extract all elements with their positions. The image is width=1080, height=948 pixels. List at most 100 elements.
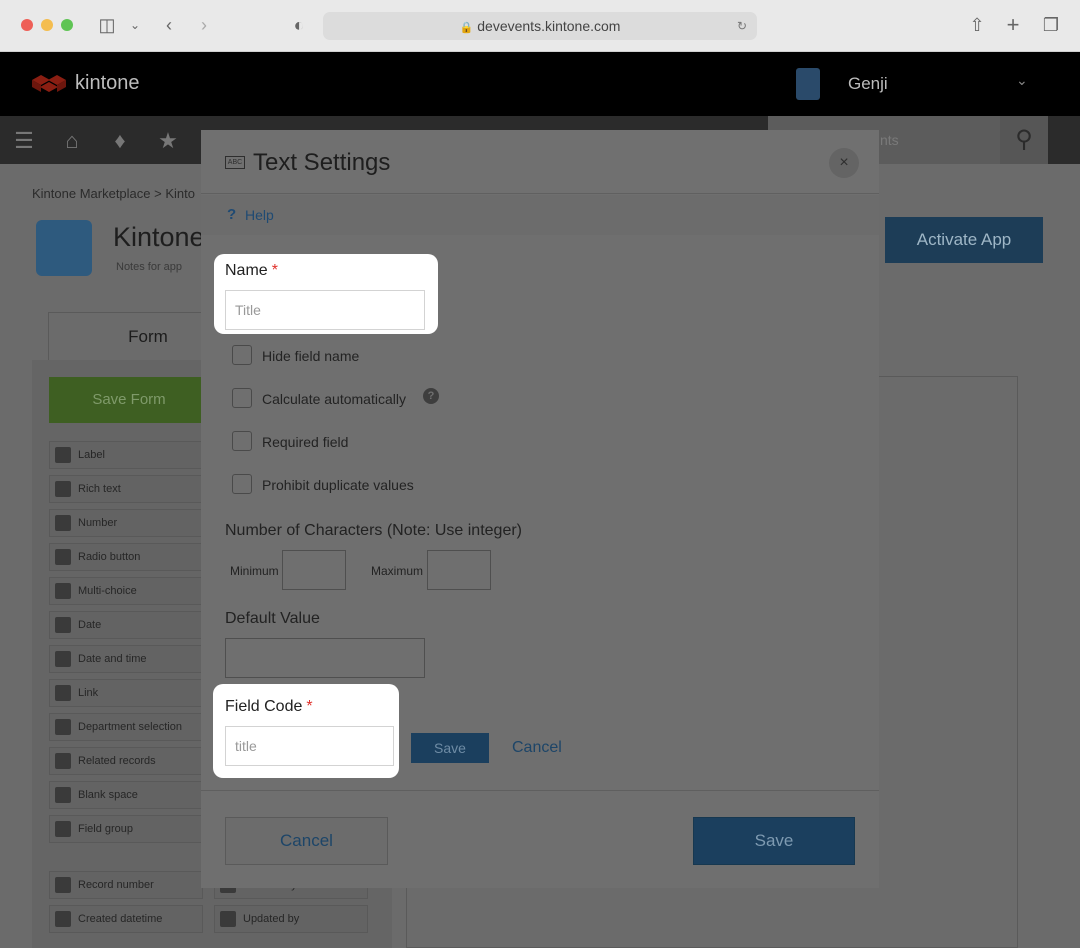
browser-toolbar: ◫ ⌄ ‹ › ◐ 🔒 devevents.kintone.com ↻ ⇧ + ❐ <box>0 0 1080 52</box>
field-code-input[interactable]: title <box>225 726 394 766</box>
field-item-date[interactable]: Date <box>49 611 203 639</box>
calendar-icon <box>55 911 71 927</box>
page-title: Kintone <box>113 222 205 252</box>
field-item-rich-text[interactable]: Rich text <box>49 475 203 503</box>
name-input[interactable]: Title <box>225 290 425 330</box>
field-item-blank-space[interactable]: Blank space <box>49 781 203 809</box>
help-link[interactable]: Help <box>245 207 274 223</box>
bell-icon[interactable]: ♦ <box>107 128 133 154</box>
calendar-clock-icon <box>55 651 71 667</box>
field-code-label-text: Field Code <box>225 698 303 715</box>
field-item-text: Field group <box>78 823 134 835</box>
save-button[interactable]: Save <box>693 817 855 865</box>
home-icon[interactable]: ⌂ <box>59 128 85 154</box>
field-item-text: Rich text <box>78 483 121 495</box>
checkbox-label: Hide field name <box>262 348 360 364</box>
field-code-label: Field Code * <box>225 698 313 716</box>
default-value-input[interactable] <box>225 638 425 678</box>
save-form-button[interactable]: Save Form <box>49 377 209 423</box>
default-value-label: Default Value <box>225 610 320 627</box>
org-chart-icon <box>55 719 71 735</box>
zoom-window-button[interactable] <box>61 19 73 31</box>
required-field-checkbox[interactable] <box>232 431 252 451</box>
question-icon[interactable]: ? <box>423 388 439 404</box>
field-item-text: Label <box>78 449 105 461</box>
close-window-button[interactable] <box>21 19 33 31</box>
field-item-text: Created datetime <box>78 913 163 925</box>
group-icon <box>55 821 71 837</box>
field-item-text: Date <box>78 619 102 631</box>
help-icon[interactable]: ? <box>227 206 236 223</box>
user-name[interactable]: Genji <box>848 74 888 94</box>
field-item-department[interactable]: Department selection <box>49 713 203 741</box>
prohibit-duplicates-checkbox[interactable] <box>232 474 252 494</box>
globe-icon <box>55 685 71 701</box>
close-icon[interactable]: × <box>829 148 859 178</box>
field-item-number[interactable]: Number <box>49 509 203 537</box>
app-notes-link[interactable]: Notes for app <box>116 261 182 273</box>
shield-icon[interactable]: ◐ <box>288 14 310 36</box>
field-item-related-records[interactable]: Related records <box>49 747 203 775</box>
address-bar[interactable]: 🔒 devevents.kintone.com ↻ <box>323 12 757 40</box>
help-bar: ? Help <box>201 195 879 235</box>
eye-icon <box>55 753 71 769</box>
field-item-date-time[interactable]: Date and time <box>49 645 203 673</box>
field-item-multi-choice[interactable]: Multi-choice <box>49 577 203 605</box>
brand-name: kintone <box>75 72 140 94</box>
lock-icon: 🔒 <box>459 22 474 34</box>
field-item-text: Date and time <box>78 653 147 665</box>
app-icon <box>36 220 92 276</box>
text-field-icon: ABC <box>225 156 245 169</box>
field-item-text: Link <box>78 687 99 699</box>
calculate-automatically-checkbox[interactable] <box>232 388 252 408</box>
reload-icon[interactable]: ↻ <box>737 12 747 40</box>
field-item-record-number[interactable]: Record number <box>49 871 203 899</box>
name-label-text: Name <box>225 262 268 279</box>
sidebar-toggle-icon[interactable]: ◫ <box>96 14 118 36</box>
cancel-button[interactable]: Cancel <box>225 817 388 865</box>
hide-field-name-checkbox[interactable] <box>232 345 252 365</box>
field-item-text: Blank space <box>78 789 138 801</box>
search-icon[interactable]: ⚲ <box>1000 116 1048 164</box>
menu-icon[interactable]: ☰ <box>11 128 37 154</box>
field-code-save-button[interactable]: Save <box>411 733 489 763</box>
new-tab-icon[interactable]: + <box>1002 14 1024 36</box>
share-icon[interactable]: ⇧ <box>966 14 988 36</box>
radio-icon <box>55 549 71 565</box>
field-item-text: Updated by <box>243 913 300 925</box>
tabs-overview-icon[interactable]: ❐ <box>1040 14 1062 36</box>
field-code-group: Field Code * title <box>213 684 399 778</box>
required-mark: * <box>306 698 313 715</box>
minimize-window-button[interactable] <box>41 19 53 31</box>
avatar[interactable] <box>796 68 820 100</box>
field-item-text: Radio button <box>78 551 141 563</box>
rich-text-icon <box>55 481 71 497</box>
app-header: kintone Genji ⌄ <box>0 52 1080 116</box>
chevron-down-icon[interactable]: ⌄ <box>1016 72 1028 89</box>
field-code-cancel-link[interactable]: Cancel <box>512 739 562 757</box>
user-icon <box>220 911 236 927</box>
back-icon[interactable]: ‹ <box>158 14 180 36</box>
name-label: Name * <box>225 262 278 280</box>
num-chars-label: Number of Characters (Note: Use integer) <box>225 522 522 539</box>
list-icon <box>55 583 71 599</box>
breadcrumb[interactable]: Kintone Marketplace > Kinto <box>32 186 195 201</box>
chevron-down-icon[interactable]: ⌄ <box>124 14 146 36</box>
field-item-link[interactable]: Link <box>49 679 203 707</box>
star-icon[interactable]: ★ <box>155 128 181 154</box>
required-mark: * <box>271 262 278 279</box>
field-item-text: Record number <box>78 879 154 891</box>
activate-app-button[interactable]: Activate App <box>885 217 1043 263</box>
field-item-radio[interactable]: Radio button <box>49 543 203 571</box>
field-item-field-group[interactable]: Field group <box>49 815 203 843</box>
dialog-footer: Cancel Save <box>201 790 879 888</box>
field-item-created-datetime[interactable]: Created datetime <box>49 905 203 933</box>
number-icon <box>55 515 71 531</box>
minimum-input[interactable] <box>282 550 346 590</box>
field-item-updated-by[interactable]: Updated by <box>214 905 368 933</box>
field-item-text: Department selection <box>78 721 182 733</box>
field-item-label[interactable]: Label <box>49 441 203 469</box>
maximum-input[interactable] <box>427 550 491 590</box>
forward-icon[interactable]: › <box>193 14 215 36</box>
checkbox-label: Prohibit duplicate values <box>262 477 414 493</box>
